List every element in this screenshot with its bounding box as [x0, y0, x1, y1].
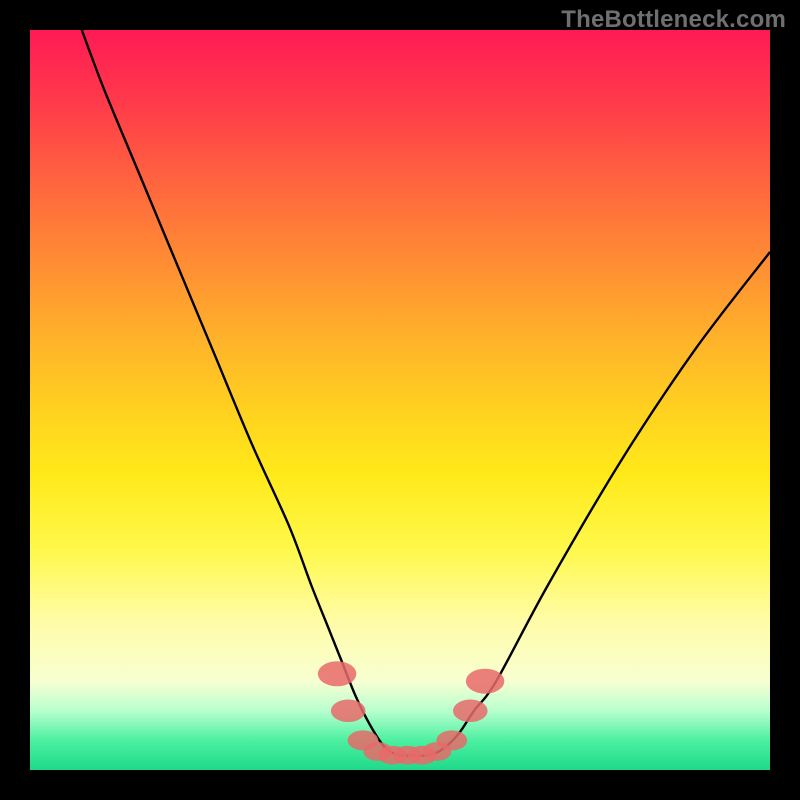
curve-marker [318, 661, 356, 686]
plot-area [30, 30, 770, 770]
curve-svg [30, 30, 770, 770]
watermark-text: TheBottleneck.com [561, 6, 786, 34]
marker-group [318, 661, 504, 764]
bottleneck-curve [82, 30, 770, 756]
chart-frame: TheBottleneck.com [0, 0, 800, 800]
curve-marker [466, 669, 504, 694]
curve-marker [453, 700, 488, 723]
curve-marker [331, 700, 366, 723]
curve-marker [436, 730, 467, 750]
